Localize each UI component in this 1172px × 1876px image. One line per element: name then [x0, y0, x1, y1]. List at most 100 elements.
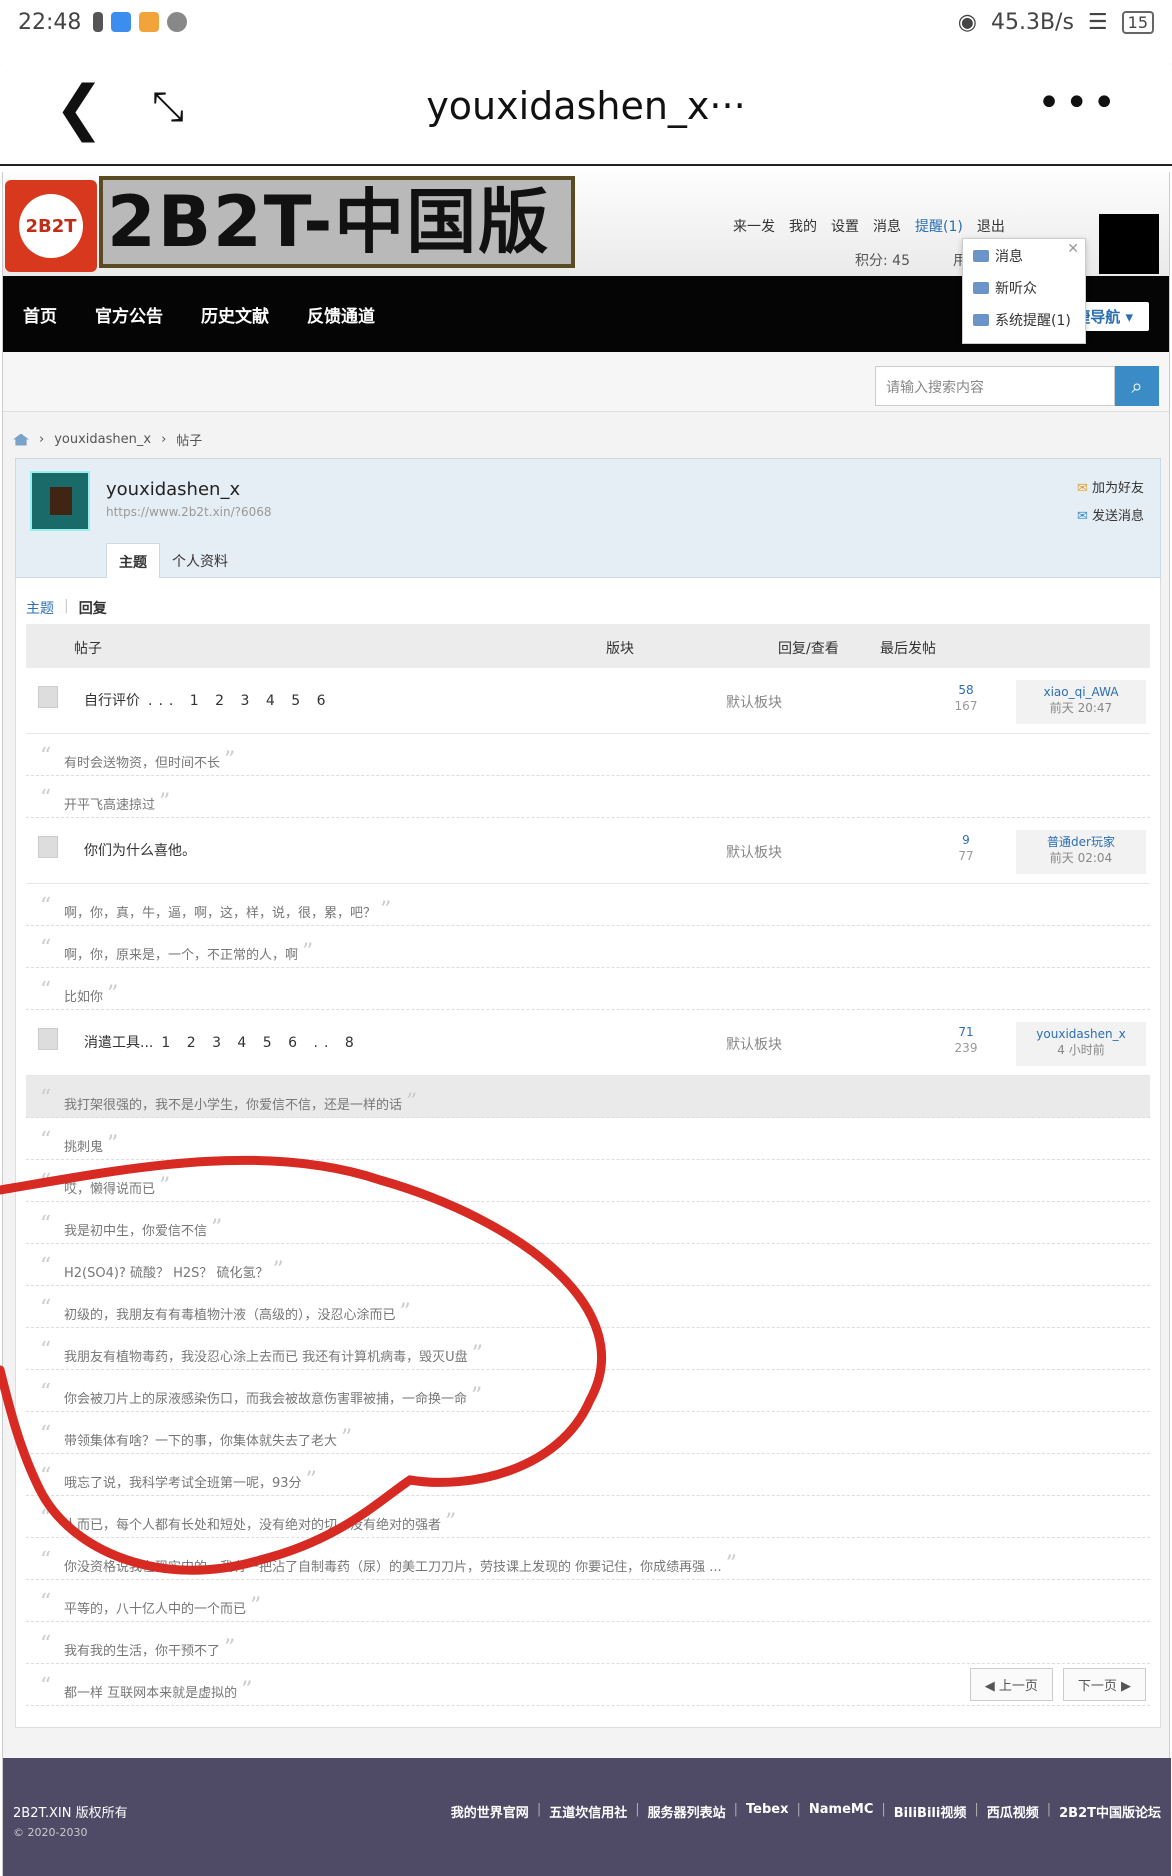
last-post-time: 4 小时前 — [1057, 1043, 1105, 1057]
points-label[interactable]: 积分: 45 — [855, 250, 910, 270]
thread-pages[interactable]: ... 1 2 3 4 5 6 — [148, 693, 332, 709]
profile-actions: ✉ 加为好友 ✉ 发送消息 — [1077, 475, 1144, 531]
mail-icon — [973, 250, 989, 262]
quote-close-icon: ” — [272, 1258, 284, 1283]
thread-stats: 9 77 — [926, 832, 1006, 864]
eye-icon: ◉ — [957, 9, 977, 35]
col-post: 帖子 — [74, 641, 102, 657]
quote-close-icon: ” — [159, 790, 171, 815]
thread-pages[interactable]: 1 2 3 4 5 6 .. 8 — [161, 1035, 359, 1051]
reply-text[interactable]: 你没资格说我在现实中的，我有一把沾了自制毒药（尿）的美工刀刀片，劳技课上发现的 … — [64, 1560, 722, 1575]
battery-saver-icon — [93, 12, 104, 32]
user-link-settings[interactable]: 设置 — [831, 216, 859, 236]
quote-close-icon: ” — [224, 748, 236, 773]
reply-text[interactable]: 初级的，我朋友有有毒植物汁液（高级的），没忍心涂而已 — [64, 1308, 396, 1323]
last-post-time: 前天 02:04 — [1049, 851, 1113, 865]
nav-history[interactable]: 历史文献 — [201, 302, 269, 327]
reply-text[interactable]: 我朋友有植物毒药，我没忍心涂上去而已 我还有计算机病毒，毁灭U盘 — [64, 1350, 468, 1365]
prev-page-button[interactable]: ◀ 上一页 — [969, 1668, 1053, 1701]
send-message-button[interactable]: ✉ 发送消息 — [1077, 503, 1144, 531]
footer-link[interactable]: 服务器列表站 — [648, 1802, 726, 1821]
reply-count[interactable]: 9 — [926, 832, 1006, 848]
next-page-button[interactable]: 下一页 ▶ — [1062, 1668, 1146, 1701]
add-friend-button[interactable]: ✉ 加为好友 — [1077, 475, 1144, 503]
close-icon[interactable]: ✕ — [1067, 241, 1079, 257]
home-icon[interactable] — [13, 433, 29, 446]
quote-open-icon: “ — [40, 744, 52, 769]
reply-text[interactable]: 人而已，每个人都有长处和短处，没有绝对的切，没有绝对的强者 — [64, 1518, 441, 1533]
reply-text[interactable]: 我有我的生活，你干预不了 — [64, 1644, 220, 1659]
quote-open-icon: “ — [40, 1128, 52, 1153]
reply-text[interactable]: 带领集体有啥？一下的事，你集体就失去了老大 — [64, 1434, 337, 1449]
quote-open-icon: “ — [40, 1170, 52, 1195]
logo-badge[interactable]: 2B2T — [5, 180, 97, 272]
user-link-name[interactable]: 来一发 — [733, 216, 775, 236]
reply-text[interactable]: 挑刺鬼 — [64, 1140, 103, 1155]
reply-row: “ 你没资格说我在现实中的，我有一把沾了自制毒药（尿）的美工刀刀片，劳技课上发现的… — [26, 1538, 1150, 1580]
footer-link[interactable]: 五道坎信用社 — [549, 1802, 627, 1821]
thread-title[interactable]: 自行评价 — [84, 693, 140, 709]
last-post-user[interactable]: 普通der玩家 — [1016, 834, 1146, 850]
user-link-messages[interactable]: 消息 — [873, 216, 901, 236]
reply-text[interactable]: 我打架很强的，我不是小学生，你爱信不信，还是一样的话 — [64, 1098, 402, 1113]
search-input[interactable]: 请输入搜索内容 — [875, 366, 1115, 406]
subtab-replies[interactable]: 回复 — [79, 598, 107, 618]
reply-text[interactable]: 有时会送物资，但时间不长 — [64, 756, 220, 771]
nav-home[interactable]: 首页 — [23, 302, 57, 327]
thread-icon — [38, 836, 58, 858]
user-link-logout[interactable]: 退出 — [977, 216, 1005, 236]
reply-row: “ 有时会送物资，但时间不长 ” — [26, 734, 1150, 776]
footer-link[interactable]: Tebex — [746, 1802, 788, 1821]
profile-card: youxidashen_x https://www.2b2t.xin/?6068… — [15, 458, 1161, 580]
user-link-reminders[interactable]: 提醒(1) — [915, 216, 963, 236]
nav-feedback[interactable]: 反馈通道 — [307, 302, 375, 327]
profile-avatar[interactable] — [30, 471, 90, 531]
reply-text[interactable]: 哦忘了说，我科学考试全班第一呢，93分 — [64, 1476, 302, 1491]
reply-text[interactable]: 开平飞高速掠过 — [64, 798, 155, 813]
last-post-user[interactable]: xiao_qi_AWA — [1016, 684, 1146, 700]
footer-link[interactable]: BiliBili视频 — [894, 1802, 967, 1821]
user-link-mine[interactable]: 我的 — [789, 216, 817, 236]
popup-item-followers[interactable]: 新听众 — [963, 273, 1085, 303]
subtab-threads[interactable]: 主题 — [26, 598, 54, 618]
reply-text[interactable]: 都一样 互联网本来就是虚拟的 — [64, 1686, 237, 1701]
thread-icon — [38, 686, 58, 708]
popup-item-system[interactable]: 系统提醒(1) — [963, 305, 1085, 335]
breadcrumb-user[interactable]: youxidashen_x — [54, 432, 151, 447]
thread-title[interactable]: 消遣工具... — [84, 1035, 153, 1051]
site-logo[interactable]: 2B2T-中国版 — [99, 176, 575, 268]
reply-text[interactable]: H2(SO4)? 硫酸？ H2S？ 硫化氢？ — [64, 1266, 269, 1281]
thread-title[interactable]: 你们为什么喜他。 — [84, 843, 196, 859]
nav-announcements[interactable]: 官方公告 — [95, 302, 163, 327]
reply-text[interactable]: 哎，懒得说而已 — [64, 1182, 155, 1197]
more-icon[interactable]: ••• — [1037, 80, 1120, 126]
quote-open-icon: “ — [40, 936, 52, 961]
reply-text[interactable]: 你会被刀片上的尿液感染伤口，而我会被故意伤害罪被捕，一命换一命 — [64, 1392, 467, 1407]
reply-text[interactable]: 比如你 — [64, 990, 103, 1005]
footer-link[interactable]: NameMC — [809, 1802, 874, 1821]
footer-link[interactable]: 西瓜视频 — [987, 1802, 1039, 1821]
quote-close-icon: ” — [211, 1216, 223, 1241]
thread-forum[interactable]: 默认板块 — [726, 1034, 782, 1054]
footer-link[interactable]: 我的世界官网 — [451, 1802, 529, 1821]
avatar[interactable] — [1099, 214, 1159, 274]
tab-threads[interactable]: 主题 — [106, 543, 160, 580]
footer-link[interactable]: 2B2T中国版论坛 — [1059, 1802, 1161, 1821]
reply-count[interactable]: 58 — [926, 682, 1006, 698]
thread-forum[interactable]: 默认板块 — [726, 842, 782, 862]
thread-stats: 71 239 — [926, 1024, 1006, 1056]
reply-text[interactable]: 啊，你，真，牛，逼，啊，这，样，说，很，累，吧？ — [64, 906, 376, 921]
logo-badge-text: 2B2T — [19, 194, 83, 258]
reply-text[interactable]: 我是初中生，你爱信不信 — [64, 1224, 207, 1239]
reply-text[interactable]: 平等的，八十亿人中的一个而已 — [64, 1602, 246, 1617]
quote-open-icon: “ — [40, 1590, 52, 1615]
last-post-user[interactable]: youxidashen_x — [1016, 1026, 1146, 1042]
reply-text[interactable]: 啊，你，原来是，一个，不正常的人，啊 — [64, 948, 298, 963]
post-list: 自行评价... 1 2 3 4 5 6 默认板块 58 167 xiao_qi_AWA 前… — [26, 668, 1150, 1706]
thread-forum[interactable]: 默认板块 — [726, 692, 782, 712]
quote-close-icon: ” — [445, 1510, 457, 1535]
reply-count[interactable]: 71 — [926, 1024, 1006, 1040]
tab-profile[interactable]: 个人资料 — [160, 543, 240, 580]
profile-username[interactable]: youxidashen_x — [106, 479, 240, 500]
search-icon[interactable]: ⌕ — [1115, 366, 1159, 406]
